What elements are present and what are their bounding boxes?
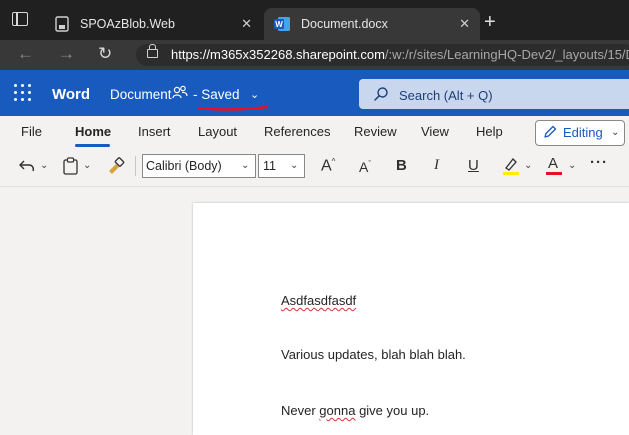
document-page[interactable] [193, 203, 629, 435]
app-name[interactable]: Word [52, 86, 90, 103]
paragraph[interactable]: Asdfasdfasdf [281, 293, 356, 308]
tab-title: Document.docx [301, 17, 388, 31]
editing-label: Editing [563, 125, 603, 140]
paragraph[interactable]: Never gonna give you up. [281, 403, 429, 418]
chevron-down-icon: ⌄ [611, 127, 620, 138]
chevron-down-icon[interactable]: ⌄ [524, 160, 532, 171]
lock-icon[interactable] [147, 44, 158, 58]
close-tab-icon[interactable]: ✕ [241, 16, 252, 32]
search-icon [374, 87, 388, 101]
browser-tab-spoazblob[interactable]: SPOAzBlob.Web ✕ [44, 8, 262, 40]
chevron-down-icon[interactable]: ⌄ [250, 88, 259, 101]
pencil-icon [544, 125, 557, 138]
chevron-down-icon[interactable]: ⌄ [40, 160, 48, 171]
clipboard-paste-icon[interactable] [62, 156, 80, 176]
underline-icon[interactable]: U [468, 157, 479, 174]
tab-layout[interactable]: Layout [198, 124, 237, 139]
tab-review[interactable]: Review [354, 124, 397, 139]
text-run: Never [281, 403, 320, 418]
chevron-down-icon[interactable]: ⌄ [83, 160, 91, 171]
tab-title: SPOAzBlob.Web [80, 17, 175, 31]
shrink-font-icon[interactable]: Aˇ [359, 159, 371, 175]
text-run: give you up. [355, 403, 430, 418]
tab-actions-icon[interactable] [12, 12, 28, 26]
tab-home[interactable]: Home [75, 124, 111, 139]
forward-arrow-icon[interactable]: → [58, 45, 75, 63]
tab-file[interactable]: File [21, 124, 42, 139]
tab-view[interactable]: View [421, 124, 449, 139]
back-arrow-icon[interactable]: ← [17, 45, 34, 63]
chevron-down-icon: ⌄ [241, 160, 250, 171]
font-name-value: Calibri (Body) [146, 159, 222, 173]
word-file-icon: W [274, 17, 290, 31]
url-text[interactable]: https://m365x352268.sharepoint.com/:w:/r… [171, 47, 629, 62]
app-launcher-icon[interactable] [14, 84, 31, 101]
active-tab-indicator [75, 144, 110, 147]
tab-references[interactable]: References [264, 124, 330, 139]
chevron-down-icon[interactable]: ⌄ [568, 160, 576, 171]
shared-people-icon [172, 85, 188, 99]
paragraph[interactable]: Various updates, blah blah blah. [281, 347, 466, 362]
grow-font-icon[interactable]: A^ [321, 157, 335, 175]
more-options-icon[interactable]: ··· [590, 154, 608, 171]
tab-insert[interactable]: Insert [138, 124, 171, 139]
font-color-icon[interactable]: A [548, 155, 558, 172]
chevron-down-icon: ⌄ [290, 160, 299, 171]
url-path: /:w:/r/sites/LearningHQ-Dev2/_layouts/15… [384, 47, 629, 62]
red-annotation-underline [197, 105, 269, 111]
browser-tab-document[interactable]: W Document.docx ✕ [264, 8, 480, 40]
italic-icon[interactable]: I [434, 157, 439, 174]
tab-help[interactable]: Help [476, 124, 503, 139]
search-placeholder: Search (Alt + Q) [399, 88, 493, 103]
page-icon [55, 16, 69, 32]
save-status: - Saved [193, 87, 240, 102]
bold-icon[interactable]: B [396, 157, 407, 174]
document-name[interactable]: Document [110, 87, 172, 102]
close-tab-icon[interactable]: ✕ [459, 16, 470, 32]
font-size-value: 11 [263, 159, 276, 173]
undo-icon[interactable] [18, 157, 38, 175]
highlighter-icon[interactable] [502, 156, 520, 176]
new-tab-button[interactable]: + [484, 12, 496, 32]
divider [135, 156, 136, 176]
spelling-flagged-word: gonna [319, 403, 356, 418]
format-painter-icon[interactable] [106, 157, 126, 175]
url-host: https://m365x352268.sharepoint.com [171, 47, 385, 62]
reload-icon[interactable]: ↻ [98, 45, 112, 63]
font-color-swatch [546, 172, 562, 175]
svg-text:W: W [275, 20, 283, 29]
